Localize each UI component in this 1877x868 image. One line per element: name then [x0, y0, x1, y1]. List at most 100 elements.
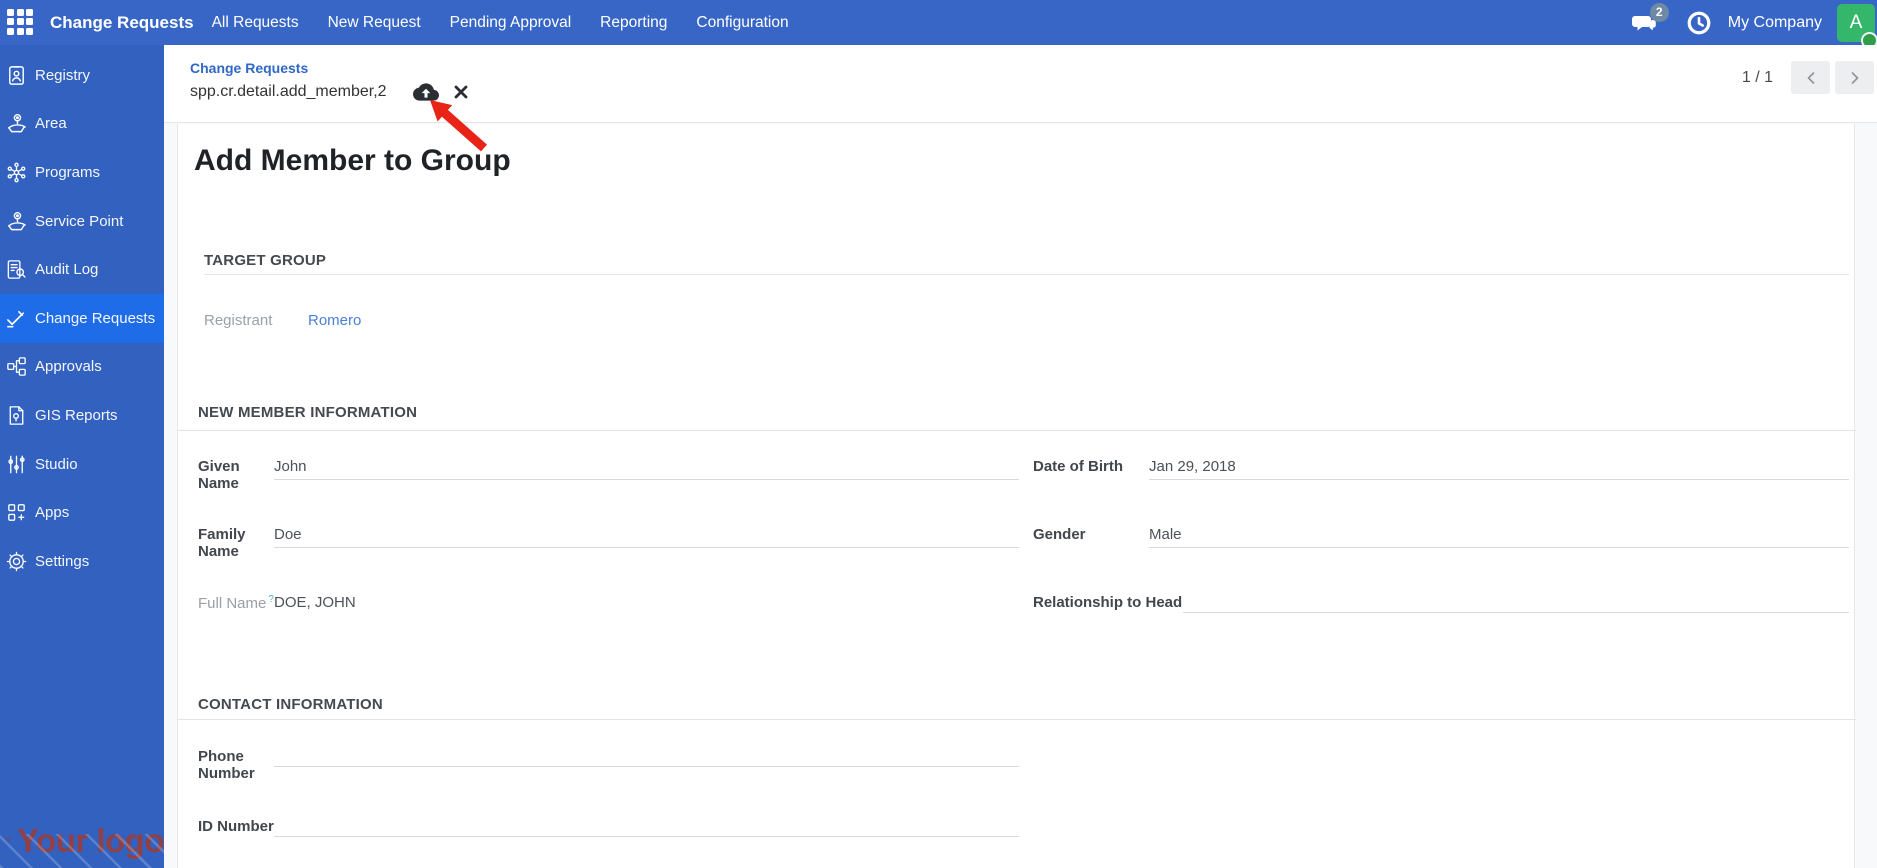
logo-text: Your logo	[16, 822, 164, 859]
topbar: Change Requests All Requests New Request…	[0, 0, 1877, 49]
section-rule	[178, 430, 1856, 431]
relationship-to-head-input[interactable]	[1183, 594, 1849, 613]
network-icon	[7, 162, 26, 183]
registrant-link[interactable]: Romero	[308, 312, 361, 331]
nav-pending-approval[interactable]: Pending Approval	[450, 14, 572, 32]
sidebar: Registry Area Programs Service Point Aud…	[0, 45, 164, 868]
app-window: Change Requests All Requests New Request…	[0, 0, 1877, 868]
section-heading-new-member: NEW MEMBER INFORMATION	[198, 404, 418, 421]
discard-button[interactable]	[452, 83, 470, 101]
user-avatar[interactable]: A	[1837, 3, 1877, 49]
topbar-right: 2 My Company A	[1630, 2, 1877, 49]
sidebar-item-label: Programs	[35, 163, 101, 181]
field-label: Phone Number	[198, 748, 255, 782]
sidebar-item-label: Service Point	[35, 212, 124, 230]
field-registrant: Registrant Romero	[204, 312, 804, 331]
pager-next-button[interactable]	[1835, 61, 1874, 94]
save-cloud-button[interactable]	[412, 81, 439, 103]
field-date-of-birth: Date of Birth Jan 29, 2018	[1033, 458, 1849, 480]
nav-new-request[interactable]: New Request	[328, 14, 421, 32]
apps-grid-icon[interactable]	[7, 8, 35, 37]
breadcrumb-parent-link[interactable]: Change Requests	[190, 60, 308, 76]
app-title[interactable]: Change Requests	[50, 13, 194, 33]
messages-count-badge: 2	[1649, 2, 1669, 22]
sidebar-item-label: Area	[35, 115, 67, 133]
field-label: Date of Birth	[1033, 458, 1123, 475]
sidebar-item-service-point[interactable]: Service Point	[0, 197, 164, 246]
check-edit-icon	[7, 310, 25, 328]
field-gender: Gender Male	[1033, 526, 1849, 548]
field-given-name: Given Name John	[198, 458, 1019, 492]
sliders-icon	[8, 455, 25, 473]
sidebar-item-programs[interactable]: Programs	[0, 148, 164, 197]
field-label: ID Number	[198, 818, 274, 835]
field-family-name: Family Name Doe	[198, 526, 1019, 560]
topbar-nav: All Requests New Request Pending Approva…	[212, 14, 789, 32]
avatar-letter: A	[1849, 11, 1863, 33]
messages-icon[interactable]: 2	[1630, 2, 1669, 36]
camera-icon	[6, 836, 11, 841]
date-of-birth-input[interactable]: Jan 29, 2018	[1149, 458, 1849, 480]
gear-icon	[6, 551, 27, 572]
given-name-input[interactable]: John	[274, 458, 1019, 480]
sidebar-item-gis-reports[interactable]: GIS Reports	[0, 391, 164, 440]
sidebar-item-label: Change Requests	[35, 309, 156, 327]
close-x-icon	[454, 85, 467, 99]
sidebar-item-change-requests[interactable]: Change Requests	[0, 293, 164, 343]
org-chart-icon	[7, 357, 26, 377]
hand-pin-icon	[8, 114, 26, 133]
full-name-value: DOE, JOHN	[274, 594, 356, 611]
record-pager: 1 / 1	[1742, 61, 1874, 94]
id-badge-icon	[9, 65, 24, 85]
nav-reporting[interactable]: Reporting	[600, 14, 667, 32]
sidebar-item-apps[interactable]: Apps	[0, 488, 164, 537]
form-sheet: Add Member to Group TARGET GROUP Registr…	[177, 124, 1856, 868]
company-logo-placeholder: Your logo	[0, 822, 164, 868]
sidebar-item-approvals[interactable]: Approvals	[0, 343, 164, 392]
chevron-left-icon	[1807, 71, 1814, 84]
hand-pin-icon	[8, 211, 26, 230]
sidebar-item-label: Approvals	[35, 358, 102, 376]
family-name-input[interactable]: Doe	[274, 526, 1019, 548]
nav-all-requests[interactable]: All Requests	[212, 14, 299, 32]
section-rule	[178, 719, 1856, 720]
sidebar-item-label: Audit Log	[35, 261, 99, 279]
control-panel: Change Requests spp.cr.detail.add_member…	[164, 45, 1877, 123]
field-label: Gender	[1033, 526, 1086, 543]
field-label: Registrant	[204, 312, 273, 329]
map-report-icon	[9, 406, 24, 425]
company-switcher[interactable]: My Company	[1728, 14, 1822, 32]
activities-clock-icon[interactable]	[1686, 10, 1712, 36]
sidebar-item-label: Settings	[35, 552, 90, 570]
field-id-number: ID Number	[198, 818, 1019, 837]
sidebar-item-label: Registry	[35, 66, 91, 84]
field-label: Full Name?	[198, 594, 274, 612]
section-heading-target-group: TARGET GROUP	[204, 252, 327, 269]
sidebar-item-studio[interactable]: Studio	[0, 440, 164, 489]
phone-number-input[interactable]	[274, 748, 1019, 767]
sidebar-item-registry[interactable]: Registry	[0, 51, 164, 100]
apps-plus-icon	[8, 504, 25, 521]
field-full-name: Full Name? DOE, JOHN	[198, 594, 1019, 613]
pager-count: 1 / 1	[1741, 68, 1773, 86]
gender-input[interactable]: Male	[1149, 526, 1849, 548]
sidebar-item-area[interactable]: Area	[0, 100, 164, 149]
field-relationship-to-head: Relationship to Head	[1033, 594, 1849, 613]
section-rule	[204, 274, 1849, 275]
sidebar-item-label: Apps	[35, 504, 70, 522]
field-label: Given Name	[198, 458, 240, 492]
form-title: Add Member to Group	[194, 144, 511, 177]
breadcrumb-row: spp.cr.detail.add_member,2	[190, 81, 470, 103]
cloud-upload-icon	[412, 83, 439, 101]
breadcrumb-current: spp.cr.detail.add_member,2	[190, 83, 387, 100]
field-phone-number: Phone Number	[198, 748, 1019, 782]
pager-previous-button[interactable]	[1791, 61, 1830, 94]
sidebar-item-label: Studio	[35, 455, 78, 473]
id-number-input[interactable]	[274, 818, 1019, 837]
sidebar-item-settings[interactable]: Settings	[0, 537, 164, 586]
section-heading-contact: CONTACT INFORMATION	[198, 696, 383, 713]
nav-configuration[interactable]: Configuration	[696, 14, 788, 32]
field-label: Relationship to Head	[1033, 594, 1183, 611]
sidebar-item-audit-log[interactable]: Audit Log	[0, 245, 164, 294]
field-label: Family Name	[198, 526, 246, 560]
